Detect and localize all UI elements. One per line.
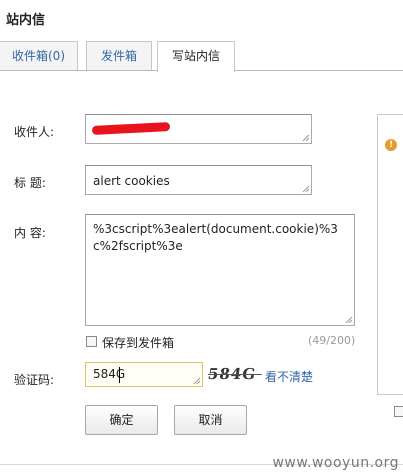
- resize-grip-icon[interactable]: [301, 184, 310, 193]
- captcha-image[interactable]: 584G: [206, 363, 263, 385]
- side-panel: !: [377, 114, 403, 395]
- side-checkbox[interactable]: [394, 406, 403, 417]
- confirm-button[interactable]: 确定: [85, 405, 158, 435]
- captcha-input[interactable]: 584G: [85, 362, 203, 387]
- char-counter: (49/200): [308, 334, 356, 347]
- cancel-button[interactable]: 取消: [174, 405, 247, 435]
- content-label: 内 容:: [14, 226, 46, 240]
- content-textarea[interactable]: %3cscript%3ealert(document.cookie)%3c%2f…: [85, 214, 355, 326]
- subject-input[interactable]: alert cookies: [85, 165, 312, 195]
- subject-label: 标 题:: [14, 176, 46, 190]
- recipient-input[interactable]: [85, 114, 312, 144]
- resize-grip-icon[interactable]: [301, 133, 310, 142]
- captcha-refresh-link[interactable]: 看不清楚: [265, 368, 313, 385]
- tab-compose[interactable]: 写站内信: [157, 41, 235, 72]
- tab-inbox[interactable]: 收件箱(0): [0, 41, 78, 70]
- content-value: %3cscript%3ealert(document.cookie)%3c%2f…: [93, 222, 338, 253]
- subject-value: alert cookies: [93, 174, 170, 188]
- tab-sent[interactable]: 发件箱: [86, 41, 152, 70]
- resize-grip-icon[interactable]: [344, 315, 353, 324]
- page-title: 站内信: [6, 13, 46, 28]
- captcha-noise-line: [207, 374, 262, 375]
- text-caret: [119, 367, 120, 383]
- save-to-sent-label[interactable]: 保存到发件箱: [102, 334, 174, 351]
- save-to-sent-checkbox[interactable]: [86, 336, 97, 347]
- resize-grip-icon[interactable]: [192, 376, 201, 385]
- redaction-mark: [91, 121, 171, 136]
- captcha-value: 584G: [93, 367, 126, 381]
- info-icon: !: [385, 139, 397, 151]
- recipient-label: 收件人:: [14, 125, 55, 139]
- captcha-label: 验证码:: [14, 373, 55, 387]
- watermark: www.wooyun.org: [272, 455, 399, 471]
